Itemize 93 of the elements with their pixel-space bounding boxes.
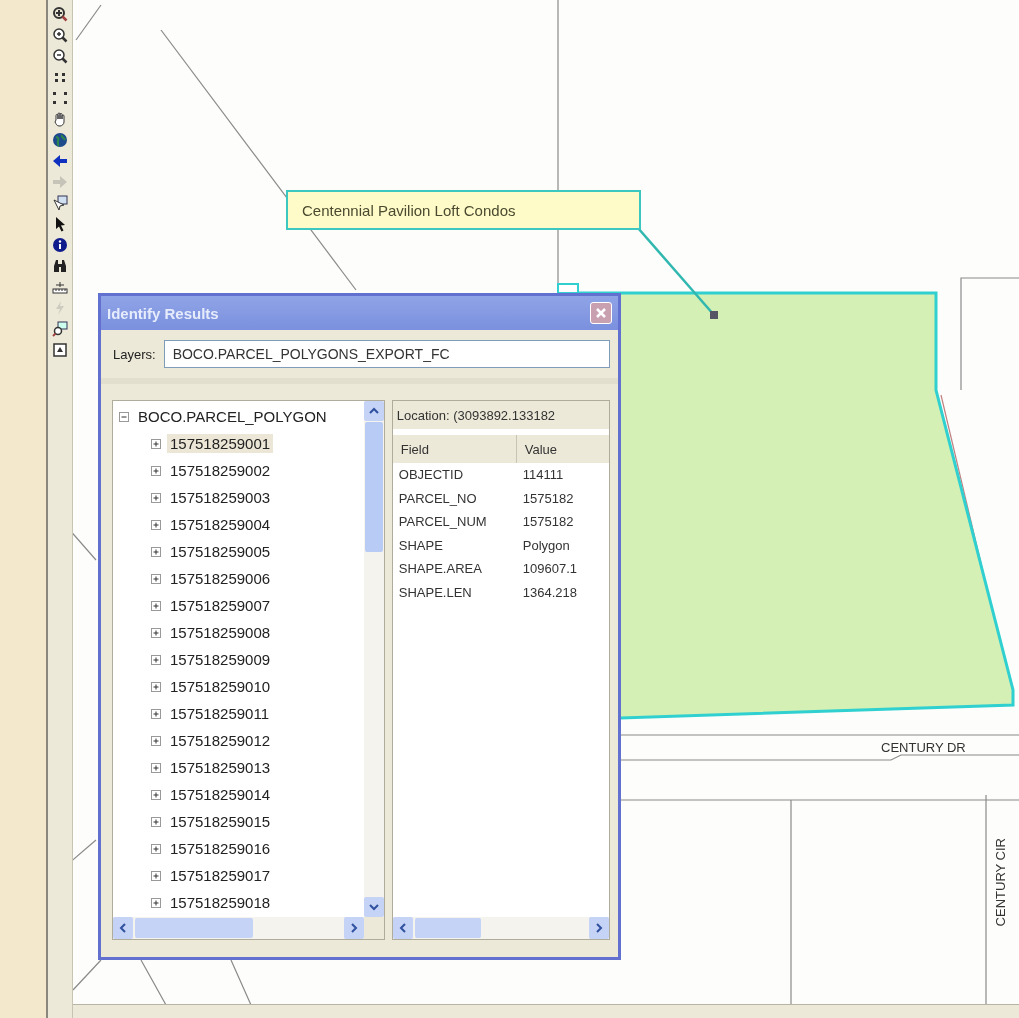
horizontal-scrollbar[interactable]: [392, 917, 609, 939]
scrollbar-thumb[interactable]: [364, 422, 383, 552]
tree-item[interactable]: 157518259010: [167, 677, 274, 696]
tree-item[interactable]: 157518259009: [167, 650, 274, 669]
horizontal-scrollbar[interactable]: [113, 917, 364, 939]
collapse-icon[interactable]: [119, 411, 129, 422]
expand-icon[interactable]: [151, 654, 161, 665]
table-cell-text: Polygon: [521, 536, 571, 555]
table-cell-text: 109607.1: [521, 560, 578, 579]
tree-item[interactable]: 157518259014: [167, 785, 274, 804]
table-cell-text: SHAPE: [397, 536, 444, 555]
layers-dropdown[interactable]: BOCO.PARCEL_POLYGONS_EXPORT_FC: [163, 340, 610, 368]
info-icon[interactable]: [52, 237, 68, 253]
table-cell-text: 114111: [521, 466, 565, 485]
close-icon: [596, 308, 606, 318]
tree-item[interactable]: 157518259007: [167, 596, 274, 615]
table-cell-text: SHAPE.AREA: [397, 560, 483, 579]
scroll-down-button[interactable]: [363, 897, 384, 917]
caret-icon: [348, 923, 359, 933]
expand-icon[interactable]: [151, 573, 161, 584]
hand-icon[interactable]: [52, 111, 68, 127]
road-label: CENTURY CIR: [993, 838, 1008, 927]
column-header[interactable]: Value: [516, 435, 609, 463]
caret-icon: [594, 923, 604, 933]
zoom-in-icon[interactable]: [52, 6, 68, 22]
frame-icon[interactable]: [52, 342, 68, 358]
parcel-marker: [557, 283, 579, 294]
window-title: Identify Results: [107, 304, 219, 322]
expand-icon[interactable]: [151, 492, 161, 503]
table-cell-text: PARCEL_NO: [397, 489, 478, 508]
expand-icon[interactable]: [151, 816, 161, 827]
magnifier-icon[interactable]: [52, 321, 68, 337]
expand-icon[interactable]: [151, 465, 161, 476]
scroll-left-button[interactable]: [113, 917, 133, 939]
tree-item[interactable]: 157518259015: [167, 812, 274, 831]
expand-icon[interactable]: [151, 870, 161, 881]
expand-icon[interactable]: [151, 735, 161, 746]
tree-item[interactable]: 157518259017: [167, 866, 274, 885]
expand-icon[interactable]: [151, 843, 161, 854]
expand-icon[interactable]: [151, 600, 161, 611]
four-dots-icon[interactable]: [52, 90, 68, 106]
caret-icon: [368, 406, 379, 416]
layers-label: Layers:: [113, 346, 156, 362]
expand-icon[interactable]: [151, 762, 161, 773]
tree-item[interactable]: 157518259012: [167, 731, 274, 750]
tree-item[interactable]: 157518259011: [167, 704, 272, 723]
scrollbar-thumb[interactable]: [414, 918, 481, 938]
tree-item[interactable]: 157518259004: [167, 515, 274, 534]
expand-icon[interactable]: [151, 438, 161, 449]
tree-item[interactable]: 157518259008: [167, 623, 274, 642]
expand-icon[interactable]: [151, 789, 161, 800]
scrollbar-thumb[interactable]: [135, 918, 253, 938]
tree-item[interactable]: 157518259016: [167, 839, 274, 858]
table-cell-text: OBJECTID: [397, 466, 465, 485]
table-cell-text: 1575182: [521, 513, 575, 532]
table-cell-text: SHAPE.LEN: [397, 583, 473, 602]
tree-item[interactable]: BOCO.PARCEL_POLYGON: [135, 407, 330, 426]
scroll-right-button[interactable]: [343, 917, 364, 939]
select-icon[interactable]: [52, 195, 68, 211]
tree-item[interactable]: 157518259001: [167, 434, 274, 453]
location-text: Location: (3093892.133182: [392, 401, 609, 429]
table-cell-text: 1575182: [521, 489, 575, 508]
table-cell-text: 1364.218: [521, 583, 578, 602]
tree-item[interactable]: 157518259006: [167, 569, 274, 588]
tree-item[interactable]: 157518259018: [167, 893, 274, 912]
caret-icon: [397, 923, 408, 933]
expand-icon[interactable]: [151, 681, 161, 692]
ruler-icon[interactable]: [52, 279, 68, 295]
vertical-scrollbar[interactable]: [363, 401, 384, 917]
caret-icon: [368, 902, 379, 912]
zoom-out-icon[interactable]: [52, 48, 68, 64]
expand-icon[interactable]: [151, 546, 161, 557]
scroll-up-button[interactable]: [363, 401, 384, 421]
tree-item[interactable]: 157518259003: [167, 488, 274, 507]
tree-item[interactable]: 157518259002: [167, 461, 274, 480]
table-cell-text: PARCEL_NUM: [397, 513, 488, 532]
column-header[interactable]: Field: [392, 435, 517, 463]
scroll-left-button[interactable]: [392, 917, 413, 939]
tree-item[interactable]: 157518259013: [167, 758, 274, 777]
scrollbar-corner: [363, 917, 384, 939]
map-callout: Centennial Pavilion Loft Condos: [286, 190, 641, 230]
scroll-right-button[interactable]: [589, 917, 609, 939]
tree-item[interactable]: 157518259005: [167, 542, 274, 561]
expand-icon[interactable]: [151, 897, 161, 908]
zoom-in-icon[interactable]: [52, 27, 68, 43]
caret-icon: [118, 923, 128, 933]
expand-icon[interactable]: [151, 519, 161, 530]
road-label: CENTURY DR: [881, 740, 966, 755]
left-arrow-icon[interactable]: [52, 153, 68, 169]
expand-icon[interactable]: [151, 627, 161, 638]
binoculars-icon[interactable]: [52, 258, 68, 274]
globe-icon[interactable]: [52, 132, 68, 148]
expand-icon[interactable]: [151, 708, 161, 719]
